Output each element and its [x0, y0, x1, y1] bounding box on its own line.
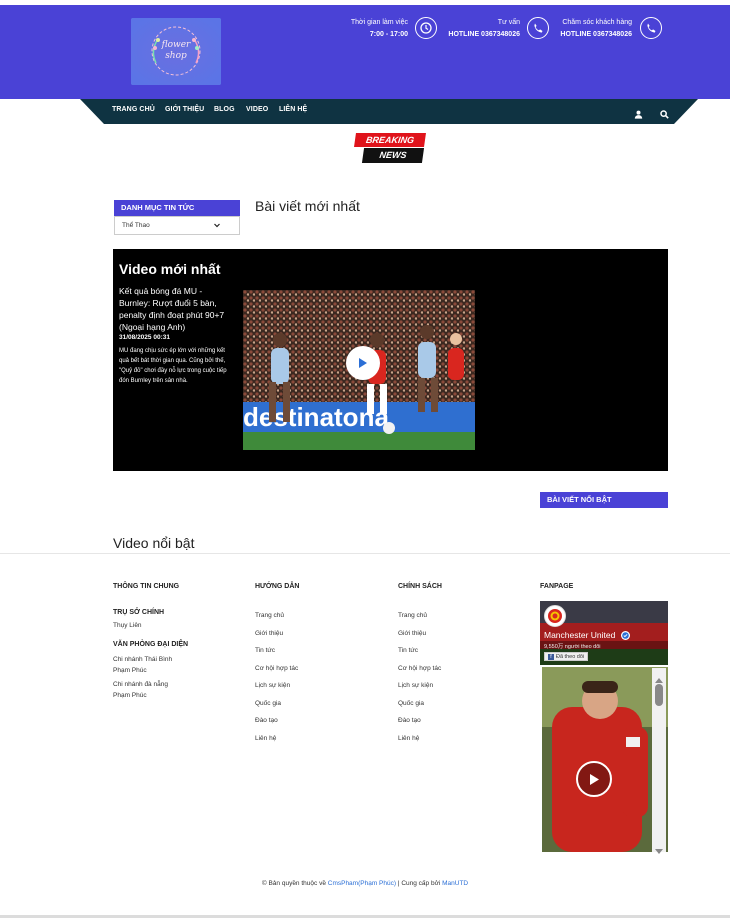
care-label: Chăm sóc khách hàng: [562, 19, 632, 26]
footer-link[interactable]: Trang chủ: [398, 612, 427, 619]
footer-link[interactable]: Tin tức: [255, 647, 275, 654]
club-crest-icon: [544, 605, 566, 627]
verified-badge-icon: [621, 631, 630, 640]
featured-video-heading: Video nổi bật: [113, 535, 195, 551]
breaking-label: BREAKING: [354, 133, 426, 147]
footer-link[interactable]: Cơ hội hợp tác: [255, 665, 298, 672]
footer-link[interactable]: Trang chủ: [255, 612, 284, 619]
hq-title: TRỤ SỞ CHÍNH: [113, 609, 165, 616]
footer-link[interactable]: Quốc gia: [398, 700, 424, 707]
fanpage-scrollbar[interactable]: [652, 668, 666, 854]
nav-item-blog[interactable]: BLOG: [214, 106, 235, 113]
fanpage-name[interactable]: Manchester United: [544, 630, 615, 640]
footer-guide-title: HƯỚNG DẪN: [255, 583, 300, 590]
footer-link[interactable]: Tin tức: [398, 647, 418, 654]
working-hours-label: Thời gian làm việc: [350, 19, 408, 26]
breaking-news-label: NEWS: [361, 148, 425, 163]
copyright-icon: ©: [261, 880, 267, 887]
footer-link[interactable]: Lịch sự kiện: [398, 682, 433, 689]
category-selected: Thể Thao: [122, 222, 150, 229]
logo-text: flower shop: [161, 40, 191, 61]
scroll-thumb[interactable]: [655, 684, 663, 706]
search-icon[interactable]: [660, 106, 669, 124]
logo[interactable]: flower shop: [131, 18, 221, 85]
branch-name: Chi nhánh đà nẵng: [113, 681, 168, 688]
scroll-down-icon[interactable]: [655, 842, 663, 860]
hq-value: Thụy Liên: [113, 622, 142, 629]
consult-label: Tư vấn: [497, 19, 520, 26]
follow-button-label: Đã theo dõi: [556, 654, 585, 660]
play-button-icon[interactable]: [346, 346, 380, 380]
branch-name: Chi nhánh Thái Bình: [113, 656, 173, 663]
copyright-owner-link[interactable]: CmsPham(Phạm Phúc): [328, 880, 396, 887]
footer-policy-title: CHÍNH SÁCH: [398, 583, 442, 590]
video-thumbnail[interactable]: destinatona: [243, 290, 475, 450]
facebook-icon: f: [548, 654, 554, 660]
play-button-icon[interactable]: [576, 761, 612, 797]
footer-fanpage-title: FANPAGE: [540, 583, 574, 590]
footer-link[interactable]: Đào tạo: [398, 717, 421, 724]
latest-video-title: Video mới nhất: [119, 261, 221, 277]
working-hours: Thời gian làm việc 7:00 - 17:00: [330, 17, 408, 41]
footer-link[interactable]: Quốc gia: [255, 700, 281, 707]
nav-item-about[interactable]: GIỚI THIỆU: [165, 106, 204, 113]
footer-link[interactable]: Đào tạo: [255, 717, 278, 724]
branch-person: Phạm Phúc: [113, 692, 147, 699]
footer-general-title: THÔNG TIN CHUNG: [113, 583, 180, 590]
copyright-mid: | Cung cấp bởi: [397, 880, 441, 887]
consult-hotline: Tư vấn HOTLINE 0367348026: [430, 17, 520, 41]
user-icon[interactable]: [634, 106, 643, 124]
fanpage-video[interactable]: [542, 667, 668, 852]
footer-link[interactable]: Liên hệ: [255, 735, 276, 742]
fanpage-banner[interactable]: Manchester United 9,550万 người theo dõi …: [540, 601, 668, 665]
video-headline[interactable]: Kết quả bóng đá MU - Burnley: Rượt đuổi …: [119, 285, 234, 333]
category-title: DANH MỤC TIN TỨC: [114, 200, 240, 216]
featured-posts-title: BÀI VIẾT NỔI BẬT: [540, 492, 668, 508]
footer-link[interactable]: Lịch sự kiện: [255, 682, 290, 689]
copyright-prefix: Bản quyền thuộc về: [268, 880, 326, 887]
category-select[interactable]: Thể Thao: [114, 216, 240, 235]
nav-item-contact[interactable]: LIÊN HỆ: [279, 106, 307, 113]
footer-link[interactable]: Liên hệ: [398, 735, 419, 742]
consult-value[interactable]: HOTLINE 0367348026: [430, 29, 520, 41]
copyright-provider-link[interactable]: ManUTD: [442, 880, 468, 887]
footer-link[interactable]: Giới thiệu: [255, 630, 283, 637]
page-bottom-border: [0, 915, 730, 918]
care-hotline: Chăm sóc khách hàng HOTLINE 0367348026: [540, 17, 632, 41]
branch-person: Phạm Phúc: [113, 667, 147, 674]
office-title: VĂN PHÒNG ĐẠI DIỆN: [113, 641, 189, 648]
nav-item-video[interactable]: VIDEO: [246, 106, 268, 113]
working-hours-value: 7:00 - 17:00: [369, 31, 408, 38]
chevron-down-icon: [213, 217, 221, 241]
player-celebration-image: [542, 667, 668, 852]
nav-item-home[interactable]: TRANG CHỦ: [112, 106, 155, 113]
follow-button[interactable]: f Đã theo dõi: [544, 652, 589, 661]
phone-icon[interactable]: [640, 17, 662, 39]
fanpage-followers: 9,550万 người theo dõi: [544, 644, 601, 650]
copyright: © Bản quyền thuộc về CmsPham(Phạm Phúc) …: [0, 880, 730, 887]
section-divider: [0, 553, 730, 554]
latest-posts-heading: Bài viết mới nhất: [255, 198, 360, 214]
care-value[interactable]: HOTLINE 0367348026: [540, 29, 632, 41]
video-description: MU đang chịu sức ép lớn với những kết qu…: [119, 348, 227, 384]
footer-link[interactable]: Cơ hội hợp tác: [398, 665, 441, 672]
video-date: 31/08/2025 00:31: [119, 334, 170, 341]
footer-link[interactable]: Giới thiệu: [398, 630, 426, 637]
